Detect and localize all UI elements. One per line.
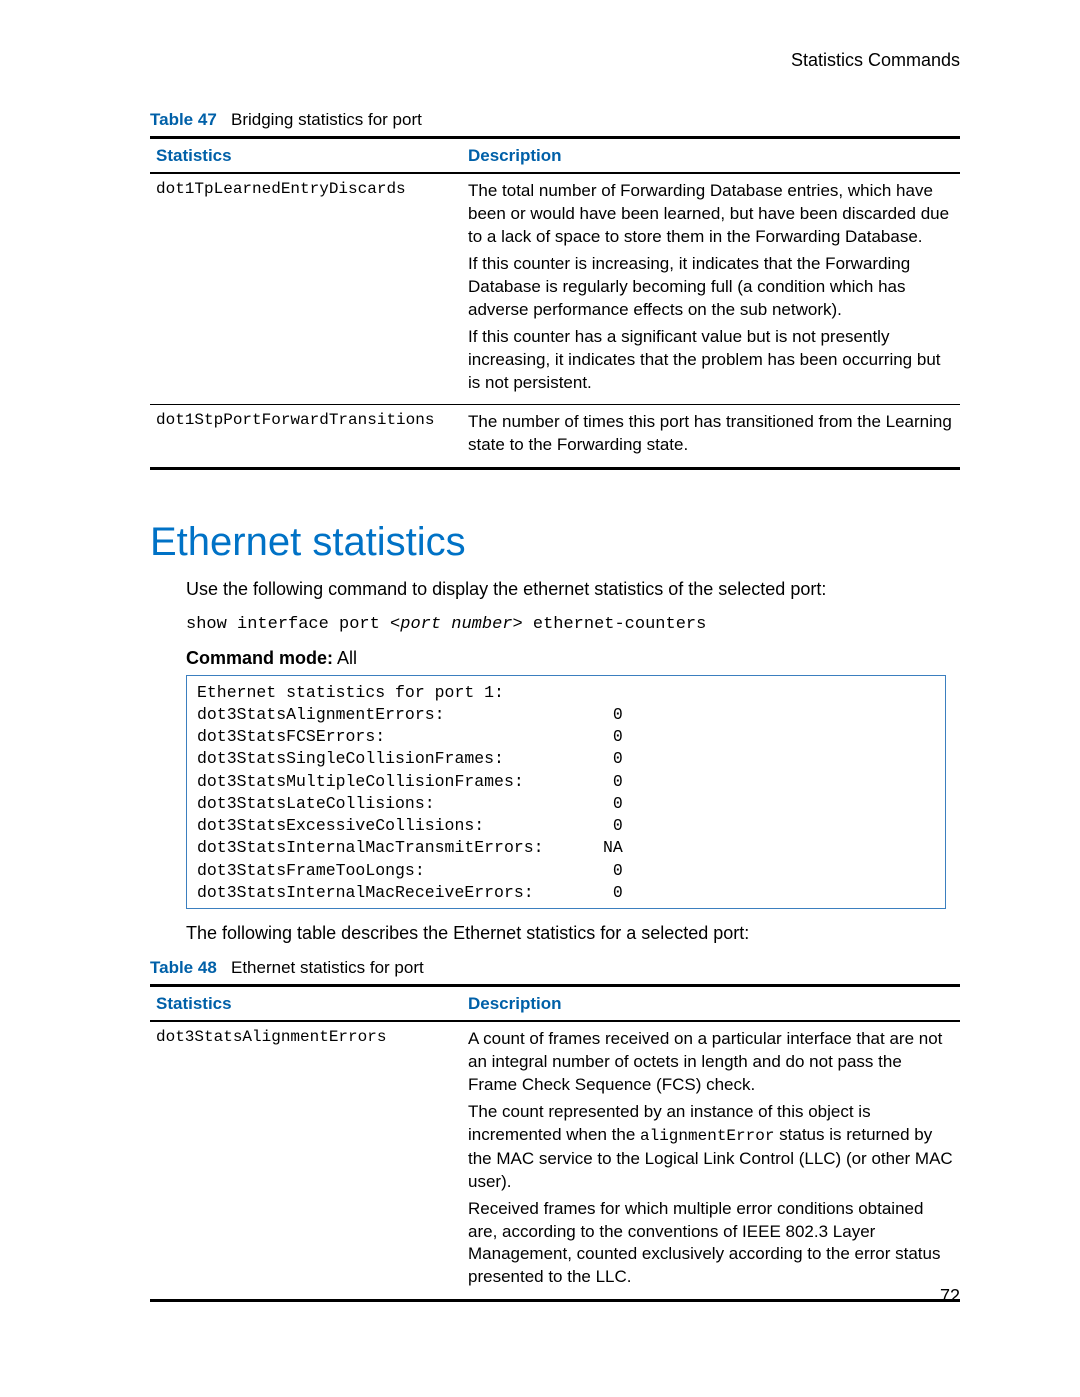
command-mode-value: All: [333, 648, 357, 668]
ethernet-body: Use the following command to display the…: [186, 577, 960, 668]
stat-description: A count of frames received on a particul…: [462, 1021, 960, 1300]
table-row: dot1StpPortForwardTransitions The number…: [150, 405, 960, 469]
table47: Statistics Description dot1TpLearnedEntr…: [150, 136, 960, 470]
page-number: 72: [940, 1286, 960, 1307]
section-heading-ethernet: Ethernet statistics: [150, 520, 960, 565]
command-mode-label: Command mode:: [186, 648, 333, 668]
desc-paragraph: If this counter has a significant value …: [468, 326, 954, 395]
desc-paragraph: If this counter is increasing, it indica…: [468, 253, 954, 322]
stat-description: The number of times this port has transi…: [462, 405, 960, 469]
ethernet-after-box: The following table describes the Ethern…: [186, 921, 960, 1302]
table47-caption-text: Bridging statistics for port: [231, 110, 422, 129]
cmd-prefix: show interface port <: [186, 615, 400, 634]
inline-code: alignmentError: [640, 1127, 774, 1145]
table47-header-statistics: Statistics: [150, 138, 462, 174]
stat-name: dot1StpPortForwardTransitions: [150, 405, 462, 469]
cmd-suffix: > ethernet-counters: [512, 615, 706, 634]
table48-label: Table 48: [150, 958, 217, 977]
stat-description: The total number of Forwarding Database …: [462, 173, 960, 405]
table47-caption: Table 47 Bridging statistics for port: [150, 110, 960, 130]
desc-paragraph: The total number of Forwarding Database …: [468, 180, 954, 249]
running-header: Statistics Commands: [791, 50, 960, 71]
stat-name: dot1TpLearnedEntryDiscards: [150, 173, 462, 405]
desc-paragraph: The number of times this port has transi…: [468, 411, 954, 457]
table48-caption-text: Ethernet statistics for port: [231, 958, 424, 977]
table48-header-statistics: Statistics: [150, 986, 462, 1022]
cmd-arg: port number: [400, 615, 512, 634]
ethernet-output-box: Ethernet statistics for port 1: dot3Stat…: [186, 675, 946, 910]
ethernet-intro: Use the following command to display the…: [186, 577, 960, 602]
table47-header-description: Description: [462, 138, 960, 174]
desc-paragraph: A count of frames received on a particul…: [468, 1028, 954, 1097]
table48: Statistics Description dot3StatsAlignmen…: [150, 984, 960, 1302]
ethernet-table-intro: The following table describes the Ethern…: [186, 921, 960, 946]
table47-label: Table 47: [150, 110, 217, 129]
stat-name: dot3StatsAlignmentErrors: [150, 1021, 462, 1300]
table-row: dot3StatsAlignmentErrors A count of fram…: [150, 1021, 960, 1300]
table-row: dot1TpLearnedEntryDiscards The total num…: [150, 173, 960, 405]
table48-caption: Table 48 Ethernet statistics for port: [150, 958, 960, 978]
table48-header-description: Description: [462, 986, 960, 1022]
desc-paragraph: The count represented by an instance of …: [468, 1101, 954, 1193]
ethernet-command: show interface port <port number> ethern…: [186, 615, 960, 634]
page-content: Table 47 Bridging statistics for port St…: [150, 110, 960, 1302]
page: Statistics Commands Table 47 Bridging st…: [0, 0, 1080, 1397]
command-mode: Command mode: All: [186, 648, 960, 669]
desc-paragraph: Received frames for which multiple error…: [468, 1198, 954, 1290]
